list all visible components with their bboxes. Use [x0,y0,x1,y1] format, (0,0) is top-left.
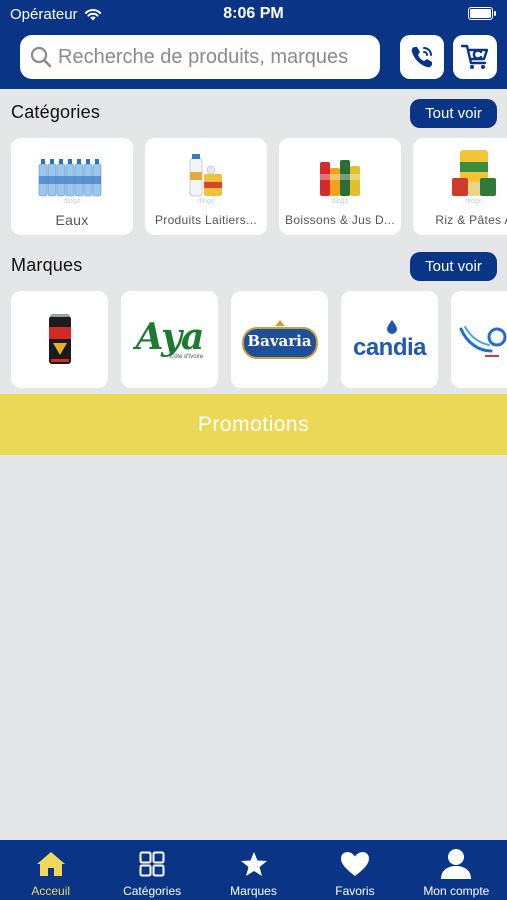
categories-title: Catégories [11,102,101,122]
categories-row[interactable]: dlogo Eaux dlogo Produits Laitiers... dl… [0,138,507,235]
watermark-label: dlogo [331,198,349,205]
bottom-tab-bar: Acceuil Catégories Marques Favoris Mon c… [0,840,507,900]
call-button[interactable] [400,35,444,79]
brand-card-bavaria[interactable]: Bavaria [231,291,328,388]
tab-acceuil[interactable]: Acceuil [0,840,101,900]
aya-logo-subtitle: Côte d'Ivoire [169,353,204,360]
drinks-image [279,148,401,198]
watermark-label: dlogo [197,198,215,205]
app-header: Opérateur 8:06 PM [0,0,507,89]
energy-drink-can-logo [48,313,71,364]
tab-label: Mon compte [423,884,490,898]
battery-icon [468,7,496,20]
grid-icon [139,851,165,877]
brand-card-partial[interactable] [451,291,507,388]
tab-categories[interactable]: Catégories [101,840,202,900]
category-label: Boissons & Jus D... [285,213,395,227]
tab-label: Marques [230,884,277,898]
watermark-label: dlogo [465,198,483,205]
phone-icon [411,47,432,68]
brands-see-all-button[interactable]: Tout voir [410,252,497,281]
category-card-produits-laitiers[interactable]: dlogo Produits Laitiers... [145,138,267,235]
promotions-banner[interactable]: Promotions [0,394,507,455]
candia-logo-text: candia [352,333,427,361]
tab-marques[interactable]: Marques [203,840,304,900]
candia-logo: candia [348,319,432,361]
brand-card-aya[interactable]: Aya Côte d'Ivoire [121,291,218,388]
brand-card-candia[interactable]: candia [341,291,438,388]
partial-brand-logo [459,326,507,357]
tab-favoris[interactable]: Favoris [304,840,405,900]
status-bar: Opérateur 8:06 PM [0,0,507,28]
tab-label: Catégories [123,884,182,898]
search-bar[interactable] [20,35,380,79]
category-label: Riz & Pâtes A [435,213,507,227]
star-icon [240,852,267,876]
water-bottles-image [11,148,133,198]
bavaria-logo: Bavaria [241,318,319,362]
search-icon [30,46,52,68]
brand-card-energy-drink[interactable] [11,291,108,388]
tab-label: Favoris [335,884,375,898]
category-label: Produits Laitiers... [154,213,258,227]
category-label: Eaux [55,212,89,228]
heart-icon [340,852,369,876]
user-icon [441,849,472,879]
categories-see-all-button[interactable]: Tout voir [410,99,497,128]
category-card-eaux[interactable]: dlogo Eaux [11,138,133,235]
cart-icon [460,44,489,69]
bavaria-logo-text: Bavaria [247,331,312,350]
brands-row[interactable]: Aya Côte d'Ivoire Bavaria candia [0,291,507,388]
aya-logo: Aya Côte d'Ivoire [135,315,205,360]
category-card-boissons[interactable]: dlogo Boissons & Jus D... [279,138,401,235]
status-time: 8:06 PM [223,5,284,22]
home-icon [36,852,65,876]
aya-logo-text: Aya [135,315,205,358]
dairy-products-image [145,148,267,198]
search-input[interactable] [58,45,358,69]
cart-button[interactable] [453,35,497,79]
tab-label: Acceuil [31,884,71,898]
watermark-label: dlogo [63,198,81,205]
tab-mon-compte[interactable]: Mon compte [406,840,507,900]
rice-pasta-image [413,148,507,198]
category-card-riz-pates[interactable]: dlogo Riz & Pâtes A [413,138,507,235]
brands-title: Marques [11,255,83,275]
